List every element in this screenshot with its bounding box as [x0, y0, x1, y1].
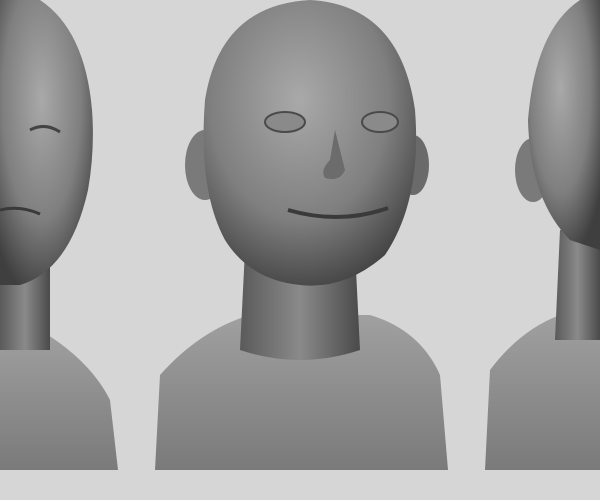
- render-scene: [0, 0, 600, 500]
- eye-left: [264, 111, 306, 133]
- eye-right: [361, 111, 399, 133]
